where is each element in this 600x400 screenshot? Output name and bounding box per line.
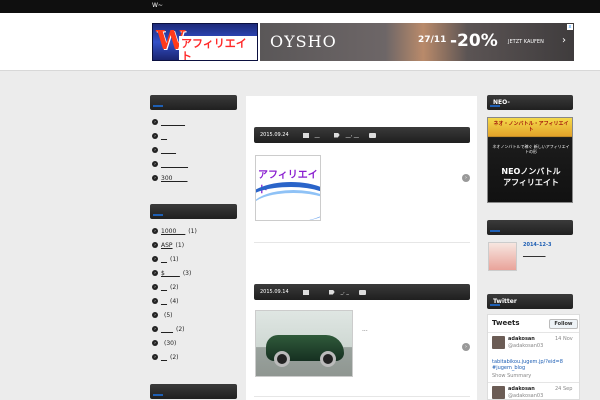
list-item[interactable]: › __ (2) xyxy=(152,350,197,364)
list-item[interactable]: › __ (2) xyxy=(152,280,197,294)
tweet-author-name[interactable]: adakosan xyxy=(508,336,535,342)
twitter-timeline: Tweets Follow adakosan @adakosan03 14 No… xyxy=(487,314,580,400)
chevron-right-icon: › xyxy=(562,35,566,46)
list-item[interactable]: › (5) xyxy=(152,308,197,322)
list-item[interactable]: › ____ (2) xyxy=(152,322,197,336)
read-more-icon[interactable]: › xyxy=(462,174,470,182)
tweet-text[interactable]: tabitabikou.jugem.jp/?eid=8 #jugem_blog xyxy=(492,359,578,371)
list-item[interactable]: › ________ xyxy=(152,115,188,129)
arrow-right-icon: › xyxy=(152,242,158,248)
ad-brand: OYSHO xyxy=(270,32,337,51)
ad-close-icon[interactable]: x xyxy=(567,24,573,30)
arrow-right-icon: › xyxy=(152,354,158,360)
site-logo-banner[interactable]: W アフィリエイト xyxy=(152,23,258,61)
comment-icon[interactable] xyxy=(358,289,366,295)
post-tags-link[interactable]: __, __ xyxy=(346,132,359,138)
list-item[interactable]: › __ (4) xyxy=(152,294,197,308)
arrow-right-icon: › xyxy=(152,147,158,153)
arrow-right-icon: › xyxy=(152,161,158,167)
arrow-right-icon: › xyxy=(152,133,158,139)
post-divider xyxy=(254,242,470,243)
twitter-widget-title: Twitter xyxy=(487,294,573,309)
tweet-date[interactable]: 24 Sep xyxy=(555,386,572,392)
neo-widget-title: NEO- xyxy=(487,95,573,110)
divider xyxy=(488,332,579,333)
list-item[interactable]: › __ xyxy=(152,129,188,143)
recent-post-date: 2014-12-3 xyxy=(523,242,552,248)
arrow-right-icon: › xyxy=(152,312,158,318)
widget-title-3: __ xyxy=(150,384,237,399)
car-wheel-graphic xyxy=(320,351,336,367)
arrow-right-icon: › xyxy=(152,326,158,332)
widget-title-1: __ xyxy=(150,95,237,110)
comment-icon[interactable] xyxy=(368,132,376,138)
post-thumbnail[interactable]: アフィリエイト xyxy=(255,155,321,221)
list-item[interactable]: › ASP (1) xyxy=(152,238,197,252)
site-topbar: W~ xyxy=(0,0,600,13)
swoosh-graphic xyxy=(256,190,320,220)
banner-subtext: ネオノンバトルで稼ぐ 新しいアフィリエイトの形 xyxy=(492,144,570,154)
folder-icon xyxy=(302,289,309,295)
avatar[interactable] xyxy=(492,336,505,349)
post-meta-bar: 2015.09.14 _, _ xyxy=(254,284,470,300)
logo-text: アフィリエイト xyxy=(179,36,257,60)
post-divider xyxy=(254,396,470,397)
tweet-date[interactable]: 14 Nov xyxy=(555,336,573,342)
list-item[interactable]: › 300_____ xyxy=(152,171,188,185)
arrow-right-icon: › xyxy=(152,228,158,234)
avatar[interactable] xyxy=(492,386,505,399)
arrow-right-icon: › xyxy=(152,175,158,181)
site-header: W アフィリエイト OYSHO 27/11 -20% JETZT KAUFEN … xyxy=(0,13,600,71)
divider xyxy=(488,382,579,383)
ad-banner[interactable]: OYSHO 27/11 -20% JETZT KAUFEN › x xyxy=(260,23,574,61)
list-item[interactable]: › $_____ (3) xyxy=(152,266,197,280)
arrow-right-icon: › xyxy=(152,256,158,262)
tweet-author-handle[interactable]: @adakosan03 xyxy=(508,393,543,399)
post-tags-link[interactable]: _, _ xyxy=(341,289,349,295)
car-wheel-graphic xyxy=(274,351,290,367)
arrow-right-icon: › xyxy=(152,298,158,304)
show-summary-link[interactable]: Show Summary xyxy=(492,373,531,379)
list-item[interactable]: › 1000___ (1) xyxy=(152,224,197,238)
tweet-author-name[interactable]: adakosan xyxy=(508,386,535,392)
site-title[interactable]: W~ xyxy=(152,2,163,9)
ad-cta-link[interactable]: JETZT KAUFEN xyxy=(508,39,544,45)
post-excerpt: ... xyxy=(362,326,368,333)
list-item[interactable]: › _________ xyxy=(152,157,188,171)
recent-post-link[interactable]: _________ xyxy=(523,251,546,257)
arrow-right-icon: › xyxy=(152,119,158,125)
folder-icon xyxy=(302,132,309,138)
widget-list-1: › ________ › __ › _____ › _________ › 300____… xyxy=(152,115,188,185)
read-more-icon[interactable]: › xyxy=(462,343,470,351)
recent-widget-title: __ xyxy=(487,220,573,235)
arrow-right-icon: › xyxy=(152,340,158,346)
follow-button[interactable]: Follow xyxy=(549,319,578,329)
list-item[interactable]: › _____ xyxy=(152,143,188,157)
neo-banner[interactable]: ネオ・ノンバトル・アフィリエイト ネオノンバトルで稼ぐ 新しいアフィリエイトの形… xyxy=(487,117,573,203)
arrow-right-icon: › xyxy=(152,270,158,276)
post-date: 2015.09.14 xyxy=(260,289,289,295)
tag-icon xyxy=(333,132,340,138)
banner-headline: ネオ・ノンバトル・アフィリエイト xyxy=(493,121,569,133)
list-item[interactable]: › __ (1) xyxy=(152,252,197,266)
list-item[interactable]: › (30) xyxy=(152,336,197,350)
widget-title-2: __ xyxy=(150,204,237,219)
arrow-right-icon: › xyxy=(152,284,158,290)
tweets-header: Tweets xyxy=(492,319,520,327)
post-date: 2015.09.24 xyxy=(260,132,289,138)
widget-list-2: › 1000___ (1) › ASP (1) › __ (1) › $_____ (3) › _… xyxy=(152,224,197,364)
tag-icon xyxy=(328,289,335,295)
ad-discount: -20% xyxy=(450,31,498,51)
banner-title: NEOノンバトル アフィリエイト xyxy=(501,167,561,187)
tweet-author-handle[interactable]: @adakosan03 xyxy=(508,343,543,349)
ad-date: 27/11 xyxy=(418,35,447,45)
post-thumbnail[interactable] xyxy=(255,310,353,377)
post-meta-bar: 2015.09.24 __ __, __ xyxy=(254,127,470,143)
post-category-link[interactable]: __ xyxy=(315,132,320,138)
recent-post-thumbnail[interactable] xyxy=(488,242,517,271)
